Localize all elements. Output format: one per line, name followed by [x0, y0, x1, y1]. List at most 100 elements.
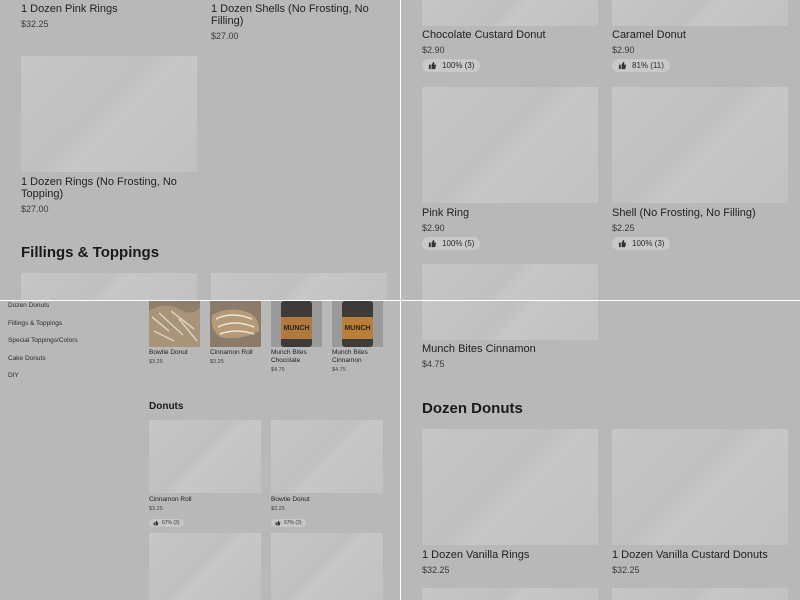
product-image-placeholder	[21, 56, 197, 172]
product-card[interactable]: Shell (No Frosting, No Filling) $2.25 10…	[612, 87, 788, 253]
product-name: Munch Bites Cinnamon	[422, 343, 536, 355]
donut-photo-icon	[210, 301, 261, 347]
product-price: $3.25	[149, 506, 163, 512]
product-price: $4.75	[422, 359, 445, 369]
product-image-placeholder[interactable]	[612, 0, 788, 26]
donut-photo-icon	[149, 301, 200, 347]
rating-badge: 67% (3)	[271, 519, 306, 527]
product-photo[interactable]: MUNCH	[271, 301, 322, 347]
product-card[interactable]: 1 Dozen Shells (No Frosting, No Filling)…	[211, 0, 387, 42]
sidebar-item-diy[interactable]: DIY	[8, 370, 128, 388]
product-name: Bowtie Donut	[271, 496, 310, 503]
product-card[interactable]: Munch Bites Cinnamon $4.75	[422, 343, 598, 370]
product-image-placeholder	[422, 87, 598, 203]
product-name: Bowtie Donut	[149, 349, 188, 356]
rating-text: 67% (3)	[162, 520, 180, 526]
product-price: $2.90	[612, 45, 635, 55]
product-price: $4.75	[332, 367, 346, 373]
product-price: $2.90	[422, 223, 445, 233]
product-card[interactable]: Pink Ring $2.90 100% (5)	[422, 87, 598, 253]
rating-text: 100% (3)	[632, 239, 665, 248]
product-image-placeholder	[271, 420, 383, 493]
product-name: Shell (No Frosting, No Filling)	[612, 207, 756, 219]
product-card[interactable]: Cinnamon Roll $3.25 67% (3)	[149, 420, 261, 531]
product-price: $2.90	[422, 45, 445, 55]
product-price: $27.00	[211, 31, 239, 41]
product-image-placeholder[interactable]	[21, 273, 197, 300]
product-card[interactable]: Caramel Donut $2.90 81% (11)	[612, 29, 788, 75]
product-price: $3.25	[271, 506, 285, 512]
product-image-placeholder[interactable]	[271, 533, 383, 600]
product-name: 1 Dozen Vanilla Custard Donuts	[612, 549, 768, 561]
product-name: Cinnamon Roll	[210, 349, 253, 356]
rating-text: 81% (11)	[632, 61, 664, 70]
product-card[interactable]: 1 Dozen Vanilla Rings $32.25	[422, 429, 598, 576]
rating-text: 100% (5)	[442, 239, 475, 248]
product-image-placeholder[interactable]	[612, 588, 788, 600]
product-card[interactable]: Bowtie Donut $3.25	[149, 349, 204, 366]
thumbs-up-icon	[618, 61, 627, 70]
product-card[interactable]: 1 Dozen Vanilla Custard Donuts $32.25	[612, 429, 788, 576]
product-card[interactable]: 1 Dozen Rings (No Frosting, No Topping) …	[21, 56, 197, 215]
rating-badge: 100% (3)	[612, 237, 671, 250]
rating-text: 67% (3)	[284, 520, 302, 526]
product-photo[interactable]	[210, 301, 261, 347]
product-card[interactable]: Chocolate Custard Donut $2.90 100% (3)	[422, 29, 598, 75]
rating-badge: 67% (3)	[149, 519, 184, 527]
product-price: $27.00	[21, 204, 49, 214]
product-price: $4.75	[271, 367, 285, 373]
top-left-panel: 1 Dozen Pink Rings $32.25 1 Dozen Shells…	[0, 0, 400, 300]
product-price: $32.25	[612, 565, 640, 575]
sidebar-item-cake-donuts[interactable]: Cake Donuts	[8, 353, 128, 371]
product-image-placeholder[interactable]	[422, 264, 598, 300]
product-price: $32.25	[422, 565, 450, 575]
product-name: 1 Dozen Shells (No Frosting, No Filling)	[211, 3, 369, 27]
thumbs-up-icon	[428, 239, 437, 248]
thumbs-up-icon	[153, 520, 159, 526]
thumbs-up-icon	[428, 61, 437, 70]
product-photo[interactable]: MUNCH	[332, 301, 383, 347]
category-sidebar: Dozen Donuts Fillings & Toppings Special…	[8, 300, 128, 388]
jar-label: MUNCH	[283, 325, 309, 332]
product-image-placeholder	[422, 301, 598, 340]
jar-label: MUNCH	[344, 325, 370, 332]
product-card[interactable]: Bowtie Donut $3.25 67% (3)	[271, 420, 383, 531]
munch-jar-photo-icon: MUNCH	[332, 301, 383, 347]
product-name: Chocolate Custard Donut	[422, 29, 546, 41]
thumbs-up-icon	[275, 520, 281, 526]
munch-jar-photo-icon: MUNCH	[271, 301, 322, 347]
product-price: $3.25	[210, 359, 224, 365]
thumbs-up-icon	[618, 239, 627, 248]
rating-text: 100% (3)	[442, 61, 475, 70]
product-image-placeholder	[149, 420, 261, 493]
product-price: $32.25	[21, 19, 49, 29]
section-heading: Dozen Donuts	[422, 400, 523, 417]
product-name: Munch Bites Cinnamon	[332, 349, 368, 364]
product-name: 1 Dozen Vanilla Rings	[422, 549, 530, 561]
product-card[interactable]: Munch Bites Chocolate $4.75	[271, 349, 326, 374]
sidebar-item-special-toppings[interactable]: Special Toppings/Colors	[8, 335, 128, 353]
product-image-placeholder	[612, 87, 788, 203]
top-right-panel: Chocolate Custard Donut $2.90 100% (3) C…	[401, 0, 800, 300]
product-image-placeholder[interactable]	[149, 533, 261, 600]
rating-badge: 100% (3)	[422, 59, 481, 72]
quadrant-divider-horizontal	[0, 300, 800, 301]
section-heading: Donuts	[149, 401, 184, 412]
product-name: 1 Dozen Pink Rings	[21, 3, 118, 15]
sidebar-item-dozen-donuts[interactable]: Dozen Donuts	[8, 300, 128, 318]
product-card[interactable]: 1 Dozen Pink Rings $32.25	[21, 0, 197, 30]
product-image-placeholder	[422, 429, 598, 545]
product-card[interactable]: Cinnamon Roll $3.25	[210, 349, 265, 366]
bottom-right-panel: Munch Bites Cinnamon $4.75 Dozen Donuts …	[401, 301, 800, 600]
product-photo[interactable]	[149, 301, 200, 347]
product-image-placeholder[interactable]	[422, 588, 598, 600]
product-card[interactable]: Munch Bites Cinnamon $4.75	[332, 349, 387, 374]
product-image-placeholder[interactable]	[211, 273, 387, 300]
product-image-placeholder[interactable]	[422, 0, 598, 26]
product-name: 1 Dozen Rings (No Frosting, No Topping)	[21, 176, 177, 200]
rating-badge: 81% (11)	[612, 59, 670, 72]
product-name: Caramel Donut	[612, 29, 686, 41]
product-name: Pink Ring	[422, 207, 470, 219]
sidebar-item-fillings-toppings[interactable]: Fillings & Toppings	[8, 318, 128, 336]
section-heading: Fillings & Toppings	[21, 244, 160, 261]
